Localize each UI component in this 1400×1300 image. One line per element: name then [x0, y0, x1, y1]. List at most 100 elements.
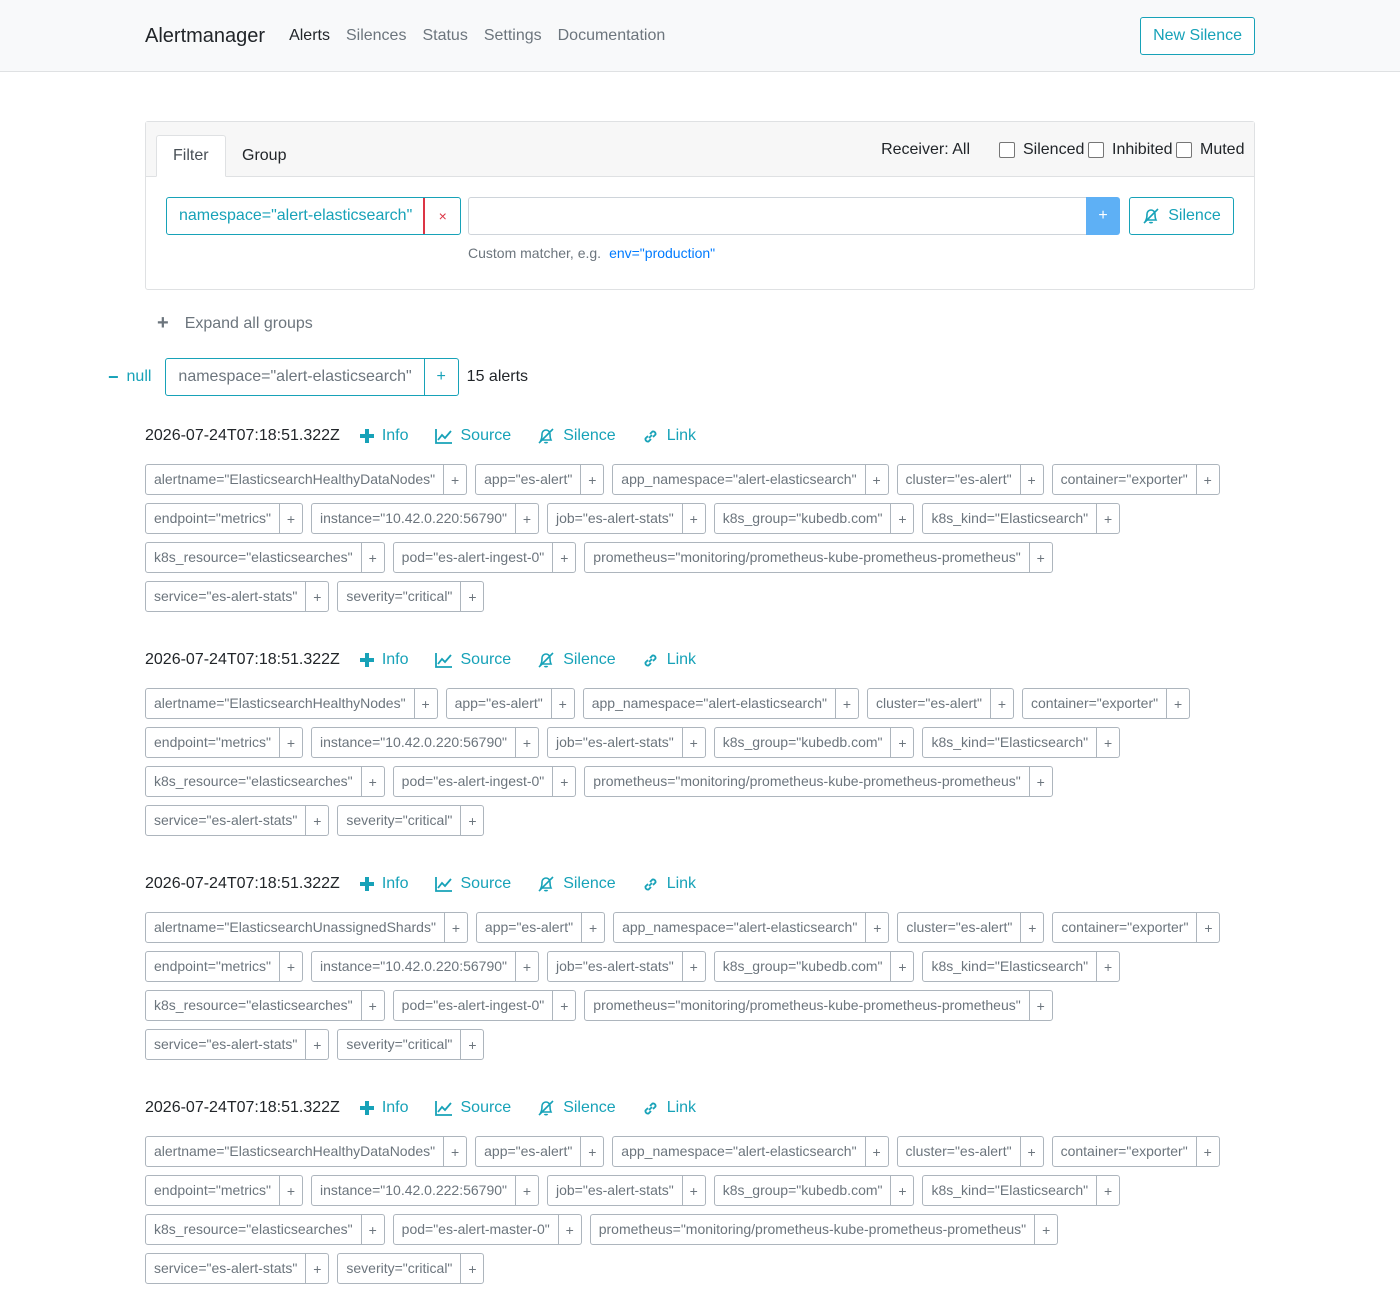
label-add-button[interactable]: + [1195, 1137, 1219, 1166]
label-add-button[interactable]: + [460, 806, 483, 835]
label-add-button[interactable]: + [460, 1030, 483, 1059]
label-text[interactable]: app_namespace="alert-elasticsearch" [613, 465, 864, 494]
alert-info-button[interactable]: Info [359, 1099, 409, 1117]
label-text[interactable]: service="es-alert-stats" [146, 806, 305, 835]
label-add-button[interactable]: + [1096, 1176, 1119, 1205]
label-add-button[interactable]: + [460, 1254, 483, 1283]
group-receiver[interactable]: null [127, 368, 152, 386]
label-add-button[interactable]: + [278, 504, 302, 533]
label-add-button[interactable]: + [360, 991, 384, 1020]
label-text[interactable]: app="es-alert" [447, 689, 551, 718]
tab-filter[interactable]: Filter [156, 135, 226, 177]
label-text[interactable]: cluster="es-alert" [898, 913, 1020, 942]
label-add-button[interactable]: + [1019, 1137, 1043, 1166]
label-text[interactable]: prometheus="monitoring/prometheus-kube-p… [585, 991, 1028, 1020]
alert-link-button[interactable]: Link [642, 875, 696, 893]
label-add-button[interactable]: + [1028, 543, 1052, 572]
label-text[interactable]: k8s_resource="elasticsearches" [146, 543, 361, 572]
label-add-button[interactable]: + [990, 689, 1013, 718]
nav-settings[interactable]: Settings [484, 27, 542, 45]
label-add-button[interactable]: + [443, 1137, 466, 1166]
label-add-button[interactable]: + [581, 913, 604, 942]
label-add-button[interactable]: + [550, 689, 574, 718]
label-text[interactable]: endpoint="metrics" [146, 1176, 279, 1205]
label-add-button[interactable]: + [834, 689, 858, 718]
label-add-button[interactable]: + [515, 1176, 538, 1205]
label-add-button[interactable]: + [681, 952, 705, 981]
alert-source-button[interactable]: Source [434, 875, 511, 893]
label-add-button[interactable]: + [360, 543, 384, 572]
tab-group[interactable]: Group [226, 135, 302, 177]
label-add-button[interactable]: + [460, 582, 483, 611]
label-text[interactable]: alertname="ElasticsearchHealthyNodes" [146, 689, 414, 718]
alert-silence-button[interactable]: Silence [537, 1099, 616, 1117]
collapse-group-icon[interactable]: − [108, 367, 119, 388]
label-text[interactable]: k8s_kind="Elasticsearch" [923, 728, 1096, 757]
label-add-button[interactable]: + [1019, 465, 1043, 494]
label-text[interactable]: severity="critical" [338, 806, 460, 835]
label-text[interactable]: job="es-alert-stats" [548, 504, 682, 533]
label-text[interactable]: pod="es-alert-ingest-0" [394, 543, 553, 572]
remove-matcher-button[interactable]: × [423, 198, 461, 234]
label-text[interactable]: container="exporter" [1053, 1137, 1196, 1166]
label-text[interactable]: instance="10.42.0.220:56790" [312, 952, 515, 981]
label-text[interactable]: k8s_kind="Elasticsearch" [923, 952, 1096, 981]
label-add-button[interactable]: + [1195, 465, 1219, 494]
label-add-button[interactable]: + [305, 582, 328, 611]
alert-source-button[interactable]: Source [434, 1099, 511, 1117]
label-text[interactable]: app="es-alert" [477, 913, 581, 942]
label-add-button[interactable]: + [1166, 689, 1189, 718]
label-text[interactable]: k8s_group="kubedb.com" [715, 952, 891, 981]
label-add-button[interactable]: + [1096, 504, 1119, 533]
alert-silence-button[interactable]: Silence [537, 427, 616, 445]
label-text[interactable]: app_namespace="alert-elasticsearch" [613, 1137, 864, 1166]
label-add-button[interactable]: + [515, 952, 538, 981]
checkbox-box[interactable] [1088, 142, 1104, 158]
label-add-button[interactable]: + [681, 504, 705, 533]
nav-documentation[interactable]: Documentation [558, 27, 666, 45]
receiver-selector[interactable]: Receiver: All [881, 141, 970, 159]
label-text[interactable]: alertname="ElasticsearchUnassignedShards… [146, 913, 444, 942]
alert-silence-button[interactable]: Silence [537, 875, 616, 893]
label-text[interactable]: alertname="ElasticsearchHealthyDataNodes… [146, 1137, 443, 1166]
label-text[interactable]: prometheus="monitoring/prometheus-kube-p… [585, 543, 1028, 572]
label-text[interactable]: app_namespace="alert-elasticsearch" [614, 913, 865, 942]
label-text[interactable]: alertname="ElasticsearchHealthyDataNodes… [146, 465, 443, 494]
label-add-button[interactable]: + [681, 1176, 705, 1205]
label-add-button[interactable]: + [865, 913, 888, 942]
label-add-button[interactable]: + [278, 1176, 302, 1205]
nav-status[interactable]: Status [422, 27, 467, 45]
label-add-button[interactable]: + [278, 728, 302, 757]
label-text[interactable]: app_namespace="alert-elasticsearch" [584, 689, 835, 718]
label-text[interactable]: k8s_kind="Elasticsearch" [923, 1176, 1096, 1205]
label-add-button[interactable]: + [864, 465, 888, 494]
label-text[interactable]: endpoint="metrics" [146, 952, 279, 981]
label-text[interactable]: service="es-alert-stats" [146, 582, 305, 611]
label-text[interactable]: cluster="es-alert" [898, 1137, 1020, 1166]
label-add-button[interactable]: + [1028, 767, 1052, 796]
label-add-button[interactable]: + [681, 728, 705, 757]
label-text[interactable]: job="es-alert-stats" [548, 728, 682, 757]
label-text[interactable]: instance="10.42.0.220:56790" [312, 504, 515, 533]
label-add-button[interactable]: + [305, 806, 328, 835]
alert-link-button[interactable]: Link [642, 427, 696, 445]
label-text[interactable]: endpoint="metrics" [146, 728, 279, 757]
label-text[interactable]: container="exporter" [1053, 465, 1196, 494]
label-add-button[interactable]: + [580, 465, 603, 494]
alert-silence-button[interactable]: Silence [537, 651, 616, 669]
alert-source-button[interactable]: Source [434, 427, 511, 445]
label-add-button[interactable]: + [443, 465, 466, 494]
nav-silences[interactable]: Silences [346, 27, 406, 45]
label-text[interactable]: k8s_resource="elasticsearches" [146, 991, 361, 1020]
alert-info-button[interactable]: Info [359, 651, 409, 669]
brand[interactable]: Alertmanager [145, 25, 265, 48]
label-add-button[interactable]: + [552, 767, 575, 796]
label-add-button[interactable]: + [278, 952, 302, 981]
alert-source-button[interactable]: Source [434, 651, 511, 669]
label-text[interactable]: k8s_group="kubedb.com" [715, 728, 891, 757]
alert-info-button[interactable]: Info [359, 427, 409, 445]
label-add-button[interactable]: + [1096, 728, 1119, 757]
label-text[interactable]: app="es-alert" [476, 465, 580, 494]
expand-all-groups[interactable]: + Expand all groups [157, 312, 313, 335]
label-add-button[interactable]: + [552, 543, 575, 572]
